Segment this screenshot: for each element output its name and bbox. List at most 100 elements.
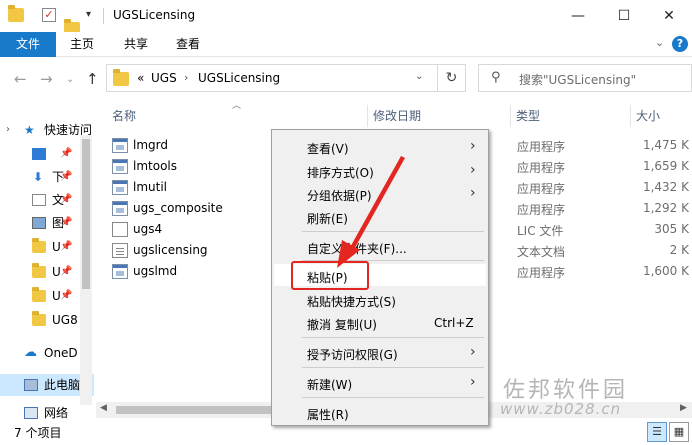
file-name: ugs_composite [133,201,223,215]
ribbon-tabs: 文件 主页 共享 查看 ⌄ ? [0,32,692,57]
watermark-url: www.zb028.cn [500,400,622,418]
folder-icon [32,311,46,326]
tab-share[interactable]: 共享 [114,32,158,57]
chevron-right-icon: › [470,185,476,201]
pin-icon: 📌 [60,194,73,205]
application-icon [112,138,128,153]
file-size: 1,292 K [642,201,689,215]
pin-icon: 📌 [60,171,73,182]
file-size: 1,475 K [642,138,689,152]
column-header-size[interactable]: 大小 [636,105,660,127]
picture-icon [32,217,46,229]
chevron-right-icon[interactable]: › [6,119,10,141]
application-icon [112,159,128,174]
search-icon: ⚲ [491,70,501,85]
nav-scrollbar[interactable] [80,135,92,405]
file-name: ugslicensing [133,243,208,257]
file-size: 1,600 K [642,264,689,278]
column-header-name[interactable]: 名称 [112,105,136,127]
file-icon [112,222,128,237]
item-count: 7 个项目 [14,426,62,440]
properties-icon[interactable]: ✓ [42,8,56,22]
chevron-right-icon: › [470,162,476,178]
file-size: 2 K [669,243,689,257]
file-size: 305 K [654,222,689,236]
network-icon [24,407,38,419]
large-icons-view-button[interactable]: ▦ [669,422,689,442]
sort-ascending-icon: ︿ [232,101,242,111]
pin-icon: 📌 [60,290,73,301]
maximize-button[interactable]: ☐ [601,0,647,32]
menu-item-customize-folder[interactable]: 自定义文件夹(F)... [274,235,486,257]
desktop-icon [32,148,46,160]
folder-icon [8,5,24,22]
cloud-icon: ☁ [24,345,37,360]
file-name: ugs4 [133,222,163,236]
close-button[interactable]: ✕ [646,0,692,32]
file-name: lmgrd [133,138,168,152]
folder-icon [32,287,46,302]
breadcrumb-separator-icon[interactable]: › [184,71,188,84]
file-size: 1,659 K [642,159,689,173]
nav-scroll-thumb[interactable] [82,139,90,289]
customize-toolbar-icon[interactable]: ▾ [86,9,91,20]
tab-home[interactable]: 主页 [60,32,104,57]
file-name: lmtools [133,159,177,173]
minimize-button[interactable]: — [555,0,601,32]
up-button[interactable]: ↑ [86,70,99,88]
tab-view[interactable]: 查看 [166,32,210,57]
context-menu: 查看(V) › 排序方式(O) › 分组依据(P) › 刷新(E) 自定义文件夹… [271,129,489,426]
column-header-modified[interactable]: 修改日期 [373,105,421,127]
file-type: 应用程序 [517,203,566,217]
tab-file[interactable]: 文件 [0,32,56,57]
file-size: 1,432 K [642,180,689,194]
details-view-button[interactable]: ☰ [647,422,667,442]
breadcrumb-overflow[interactable]: « [137,71,144,85]
address-dropdown-icon[interactable]: ⌄ [415,71,423,82]
horizontal-scroll-thumb[interactable] [116,406,291,414]
help-icon[interactable]: ? [672,36,688,52]
file-name: lmutil [133,180,168,194]
paste-highlight-box [291,261,369,290]
application-icon [112,264,128,279]
pin-icon: 📌 [60,241,73,252]
menu-item-refresh[interactable]: 刷新(E) [274,205,486,227]
window-title: UGSLicensing [113,8,196,22]
scroll-left-icon[interactable]: ◀ [100,403,107,413]
back-button[interactable]: ← [14,70,27,88]
search-placeholder: 搜索"UGSLicensing" [519,73,637,87]
file-type: 文本文档 [517,245,566,259]
star-icon: ★ [24,123,35,137]
nav-item-network[interactable]: 网络 [0,404,94,422]
undo-shortcut: Ctrl+Z [434,316,474,330]
menu-item-undo-copy[interactable]: 撤消 复制(U) Ctrl+Z [274,311,486,333]
menu-item-group[interactable]: 分组依据(P) › [274,182,486,204]
refresh-button[interactable]: ↻ [437,64,466,92]
breadcrumb-ugslicensing[interactable]: UGSLicensing [198,71,280,85]
pin-icon: 📌 [60,148,73,159]
scroll-right-icon[interactable]: ▶ [680,403,687,413]
menu-item-new[interactable]: 新建(W) › [274,371,486,393]
file-type: 应用程序 [517,140,566,154]
application-icon [112,201,128,216]
menu-item-view[interactable]: 查看(V) › [274,135,486,157]
forward-button[interactable]: → [40,70,53,88]
column-header-type[interactable]: 类型 [516,105,540,127]
menu-item-paste-shortcut[interactable]: 粘贴快捷方式(S) [274,288,486,310]
menu-item-grant-access[interactable]: 授予访问权限(G) › [274,341,486,363]
file-type: LIC 文件 [517,224,564,238]
title-bar: ✓ ▾ UGSLicensing — ☐ ✕ [0,0,692,36]
file-type: 应用程序 [517,266,566,280]
breadcrumb-ugs[interactable]: UGS [151,71,177,85]
pin-icon: 📌 [60,266,73,277]
chevron-right-icon: › [470,138,476,154]
expand-ribbon-icon[interactable]: ⌄ [655,36,664,49]
file-type: 应用程序 [517,161,566,175]
search-field[interactable]: ⚲ 搜索"UGSLicensing" [478,64,692,92]
menu-item-sort[interactable]: 排序方式(O) › [274,159,486,181]
chevron-right-icon: › [470,374,476,390]
address-bar[interactable]: « UGS › UGSLicensing ⌄ [106,64,466,92]
folder-icon [113,69,129,86]
menu-item-properties[interactable]: 属性(R) [274,401,486,423]
recent-locations-button[interactable]: ⌄ [66,74,74,85]
